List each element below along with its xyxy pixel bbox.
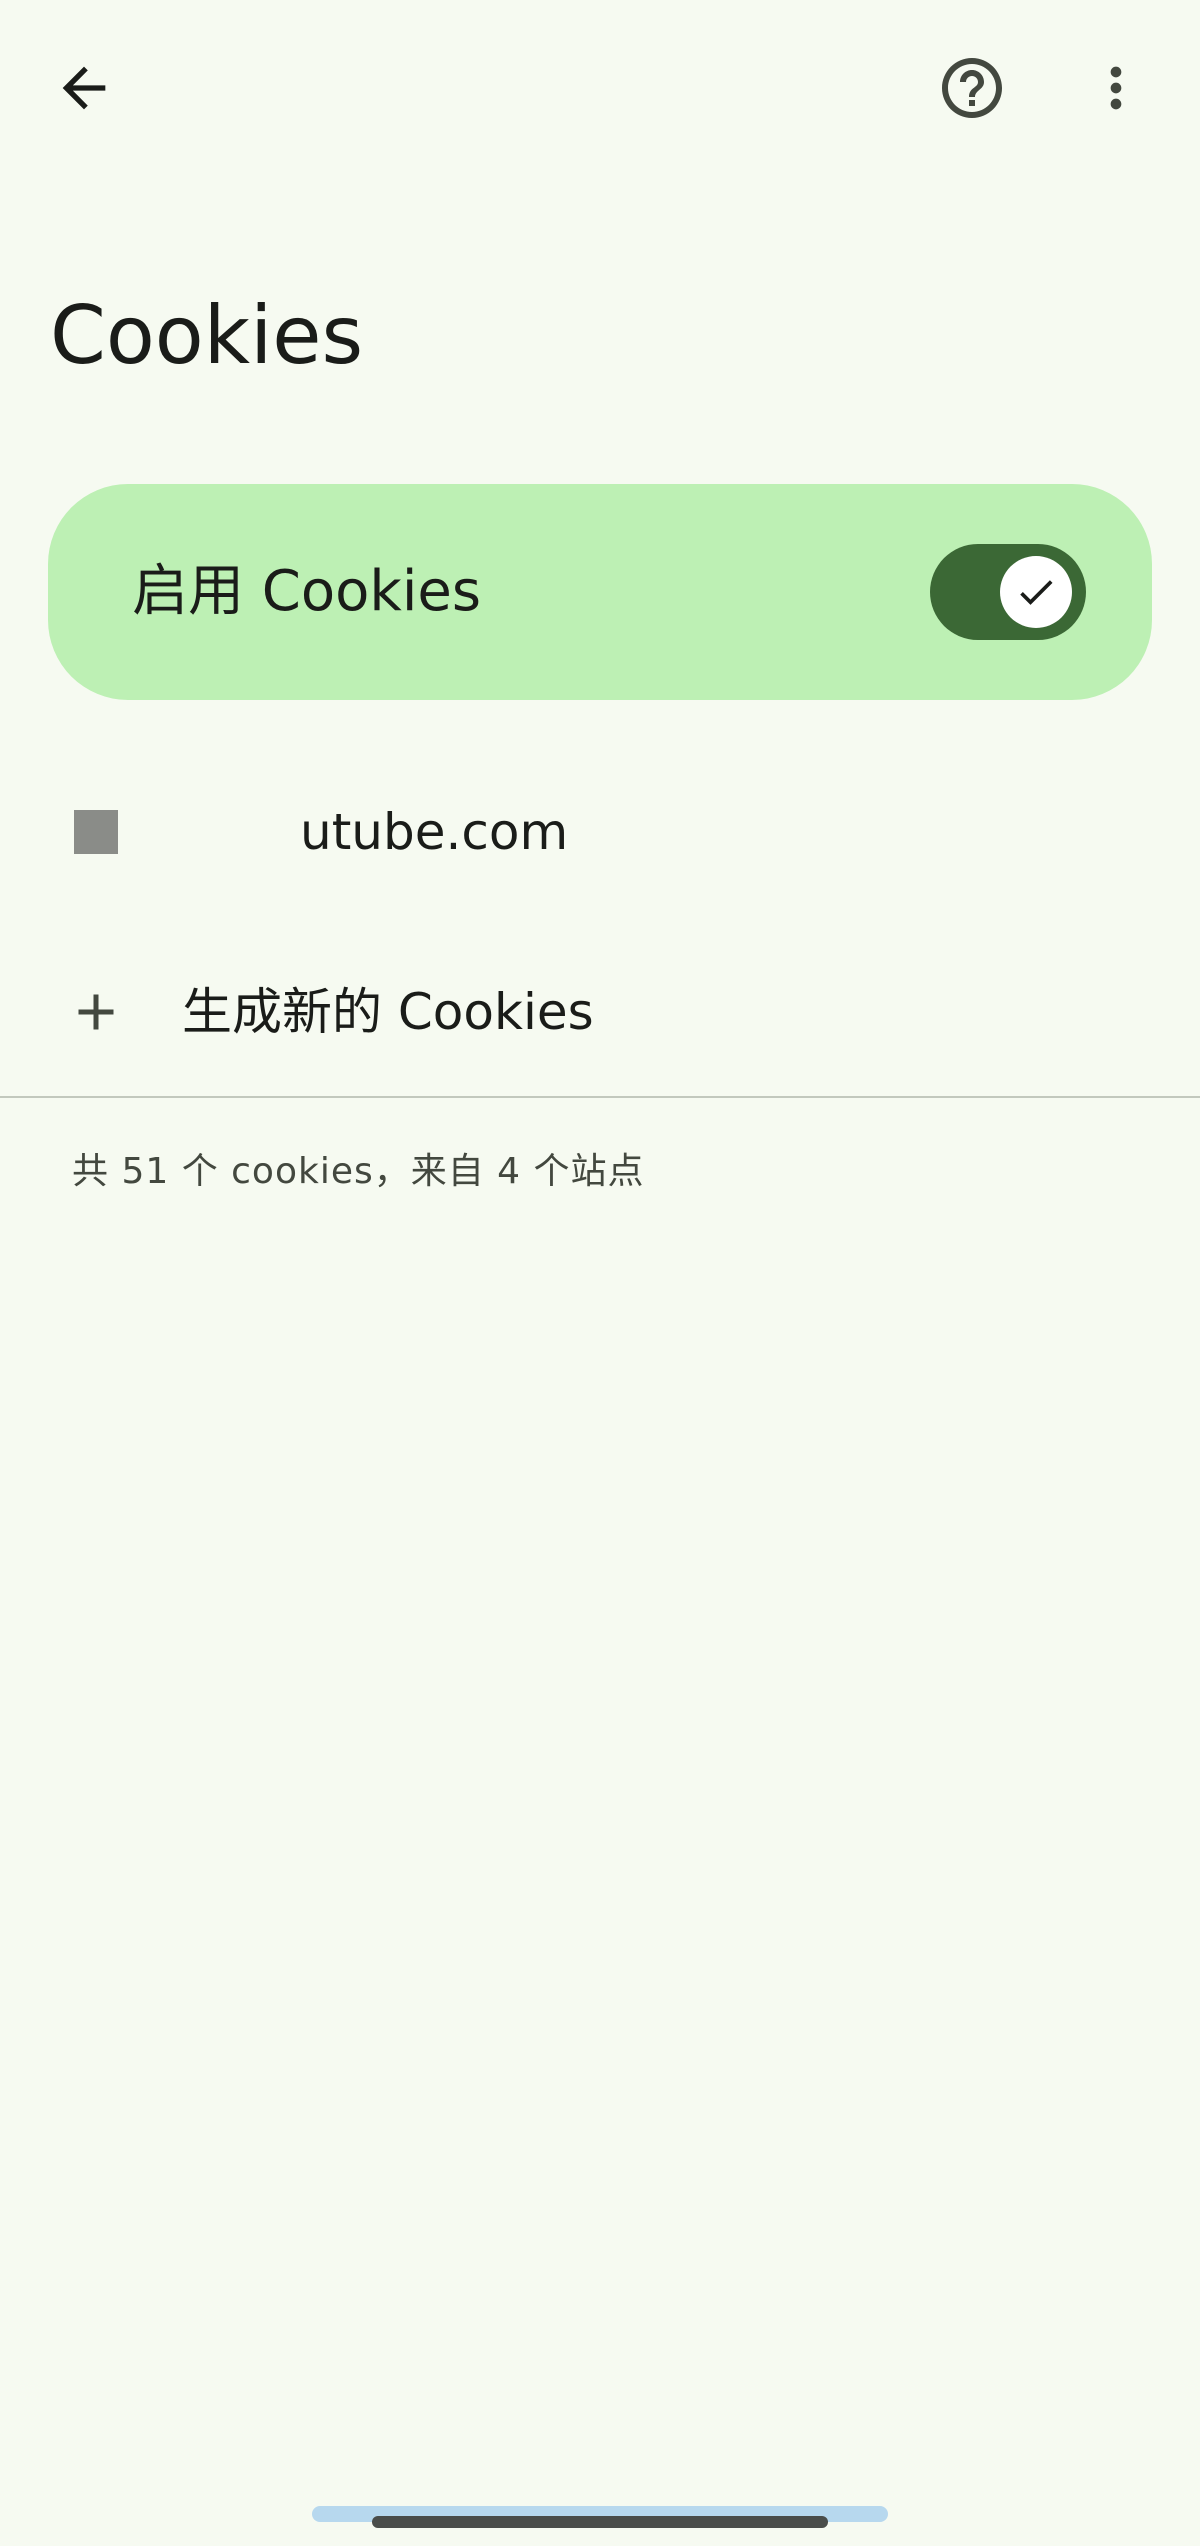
- cookies-summary: 共 51 个 cookies，来自 4 个站点: [72, 1151, 645, 1192]
- help-circle-icon: [942, 58, 1002, 118]
- page-title: Cookies: [50, 289, 364, 382]
- enable-cookies-switch[interactable]: [930, 544, 1086, 640]
- more-vertical-icon: [1110, 66, 1122, 110]
- site-list-item[interactable]: utube.com: [0, 760, 1200, 904]
- add-cookies-label: 生成新的 Cookies: [182, 983, 594, 1041]
- check-icon: [1020, 580, 1053, 605]
- more-options-button[interactable]: [1068, 40, 1164, 136]
- switch-thumb: [1000, 556, 1072, 628]
- enable-cookies-label: 启用 Cookies: [132, 559, 482, 624]
- enable-cookies-card[interactable]: 启用 Cookies: [48, 484, 1152, 700]
- back-button[interactable]: [36, 40, 132, 136]
- arrow-left-icon: [62, 66, 106, 110]
- divider: [0, 1096, 1200, 1098]
- site-favicon-icon: [72, 808, 120, 856]
- site-name: utube.com: [300, 803, 569, 861]
- plus-icon: [64, 980, 128, 1044]
- top-app-bar: [0, 0, 1200, 176]
- add-cookies-item[interactable]: 生成新的 Cookies: [0, 940, 1200, 1084]
- help-button[interactable]: [924, 40, 1020, 136]
- system-navigation-bar: [0, 2496, 1200, 2546]
- gesture-handle[interactable]: [372, 2516, 828, 2528]
